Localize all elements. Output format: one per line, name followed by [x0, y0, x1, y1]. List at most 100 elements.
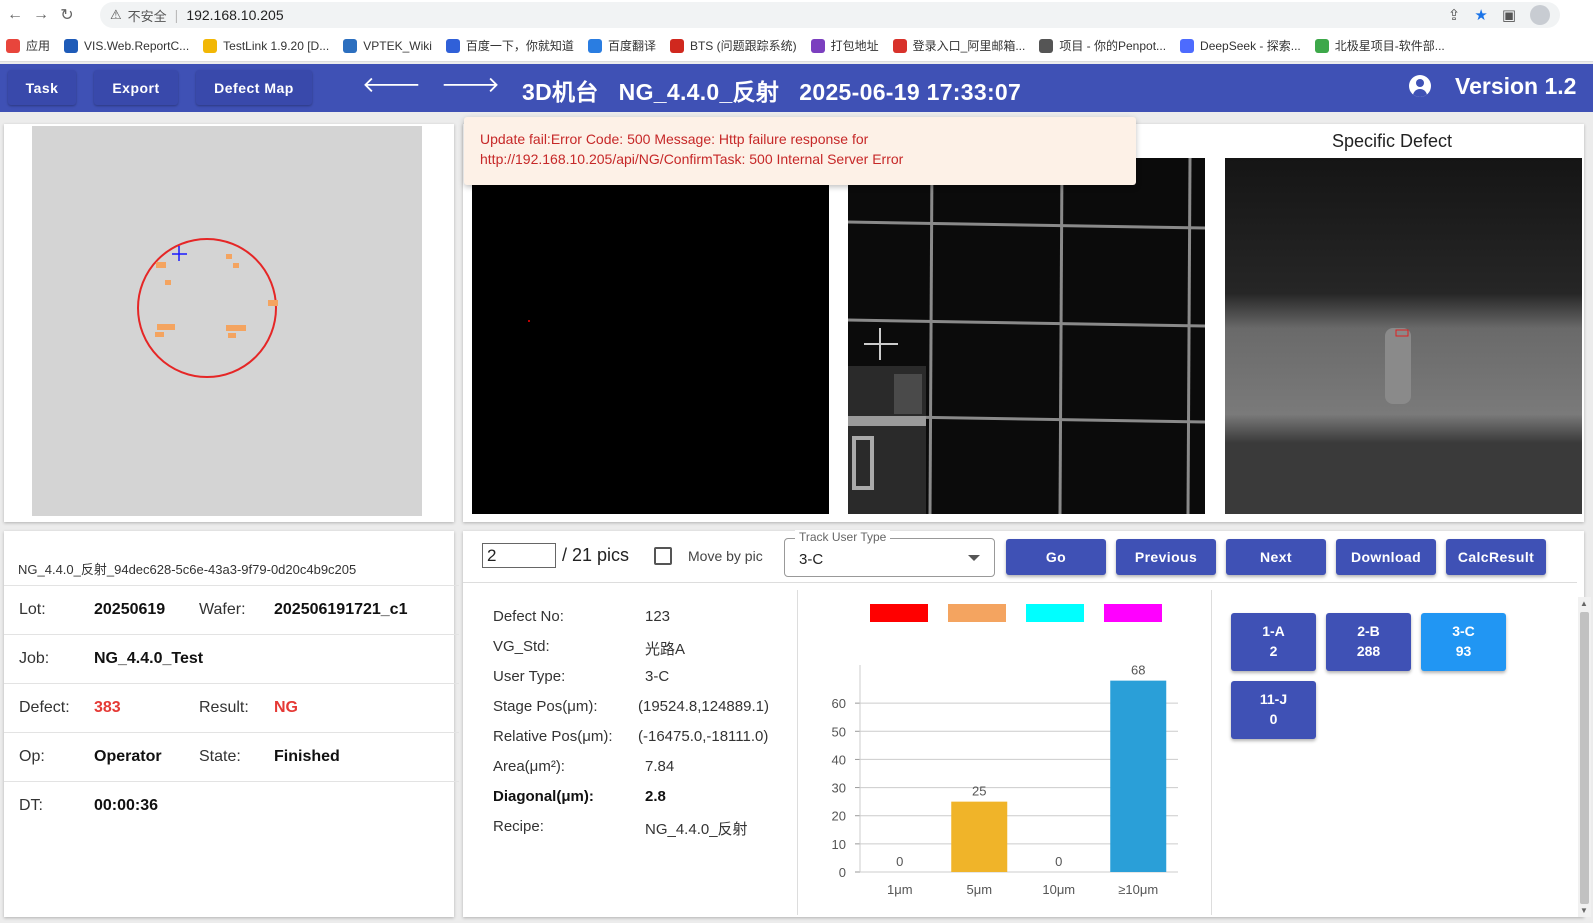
type-tile-2-b[interactable]: 2-B 288 — [1326, 613, 1411, 671]
grid-image-svg — [848, 158, 1205, 514]
previous-button[interactable]: Previous — [1116, 539, 1216, 575]
bar-value-label: 25 — [972, 784, 986, 799]
bookmark-label: 百度一下，你就知道 — [465, 39, 574, 53]
diagonal-value: 2.8 — [645, 788, 666, 805]
y-tick-label: 10 — [832, 837, 846, 852]
url-text: 192.168.10.205 — [186, 7, 284, 23]
bookmark-item[interactable]: 登录入口_阿里邮箱... — [892, 37, 1025, 54]
scrollbar-thumb[interactable] — [1580, 612, 1589, 904]
forward-icon[interactable]: → — [30, 4, 52, 26]
bookmark-icon — [1314, 38, 1329, 53]
security-label: 不安全 — [127, 8, 167, 24]
relative-pos-value: (-16475.0,-18111.0) — [638, 728, 769, 745]
area-label: Area(μm²): — [493, 758, 565, 775]
bookmark-item[interactable]: 打包地址 — [810, 37, 879, 54]
page-title: 3D机台 NG_4.4.0_反射 2025-06-19 17:33:07 — [522, 79, 1022, 105]
type-tile-11-j[interactable]: 11-J 0 — [1231, 681, 1316, 739]
track-user-type-select[interactable]: Track User Type 3-C — [784, 530, 995, 577]
bar-value-label: 0 — [1055, 854, 1062, 869]
track-user-type-legend: Track User Type — [795, 530, 891, 544]
y-tick-label: 50 — [832, 724, 846, 739]
bookmark-item[interactable]: 应用 — [6, 37, 50, 54]
bookmark-label: 项目 - 你的Penpot... — [1059, 39, 1167, 53]
wafer-outline — [137, 238, 277, 378]
specific-defect-image[interactable] — [1225, 158, 1582, 514]
overview-svg — [528, 320, 530, 322]
arrow-right-icon[interactable]: 🡒 — [441, 72, 500, 98]
job-label: Job: — [19, 650, 50, 667]
area-value: 7.84 — [645, 758, 675, 775]
download-button[interactable]: Download — [1336, 539, 1436, 575]
profile-avatar[interactable] — [1530, 5, 1550, 25]
bookmark-item[interactable]: BTS (问题跟踪系统) — [669, 37, 797, 54]
op-label: Op: — [19, 748, 45, 765]
scroll-up-icon[interactable]: ▲ — [1580, 599, 1588, 608]
type-tile-1-a[interactable]: 1-A 2 — [1231, 613, 1316, 671]
tile-count: 2 — [1269, 643, 1278, 659]
defect-size-chart: 0 10 20 30 40 50 60 0 1μm 25 5μm 0 10μm 68 ≥10μm — [832, 604, 1178, 897]
info-row-lot: Lot: 20250619 Wafer: 202506191721_c1 — [4, 585, 459, 634]
app-header: Task Export Defect Map 🡐 🡒 3D机台 NG_4.4.0… — [0, 64, 1593, 112]
type-tile-3-c[interactable]: 3-C 93 — [1421, 613, 1506, 671]
info-row-job: Job: NG_4.4.0_Test — [4, 634, 459, 683]
next-button[interactable]: Next — [1226, 539, 1326, 575]
user-icon[interactable] — [1409, 75, 1431, 97]
task-button[interactable]: Task — [8, 70, 76, 105]
grid-image[interactable] — [848, 158, 1205, 514]
go-button[interactable]: Go — [1006, 539, 1106, 575]
x-tick-label: 10μm — [1042, 882, 1075, 897]
export-button[interactable]: Export — [94, 70, 178, 105]
scroll-down-icon[interactable]: ▼ — [1580, 906, 1588, 915]
state-label: State: — [199, 748, 241, 765]
user-type-value: 3-C — [645, 668, 670, 685]
x-tick-label: 5μm — [966, 882, 992, 897]
reload-icon[interactable]: ↻ — [56, 4, 78, 26]
bar — [1110, 680, 1167, 872]
bookmark-label: 打包地址 — [830, 39, 879, 53]
legend-swatch — [1026, 604, 1084, 622]
bookmark-item[interactable]: TestLink 1.9.20 [D... — [203, 38, 330, 53]
bookmark-label: BTS (问题跟踪系统) — [689, 39, 797, 53]
overview-image[interactable] — [472, 158, 829, 514]
defect-map-button[interactable]: Defect Map — [196, 70, 312, 105]
state-value: Finished — [274, 748, 340, 765]
tile-type-label: 1-A — [1262, 623, 1285, 639]
calc-result-button[interactable]: CalcResult — [1446, 539, 1546, 575]
pic-index-input[interactable]: 2 — [482, 543, 556, 568]
sidebar-icon[interactable]: ▣ — [1502, 6, 1516, 24]
bookmark-icon — [669, 38, 684, 53]
bookmark-item[interactable]: VIS.Web.ReportC... — [64, 38, 190, 53]
bookmark-item[interactable]: 北极星项目-软件部... — [1314, 37, 1445, 54]
job-value: NG_4.4.0_Test — [94, 650, 204, 667]
bar — [951, 801, 1008, 872]
back-icon[interactable]: ← — [4, 4, 26, 26]
share-icon[interactable]: ⇪ — [1448, 6, 1461, 24]
bookmark-icon — [445, 38, 460, 53]
move-by-pic-checkbox[interactable] — [654, 547, 672, 565]
y-tick-label: 0 — [839, 865, 846, 880]
bookmark-label: TestLink 1.9.20 [D... — [223, 38, 330, 53]
y-tick-label: 30 — [832, 781, 846, 796]
arrow-left-icon[interactable]: 🡐 — [362, 72, 421, 98]
wafer-map-panel — [4, 124, 454, 522]
specific-defect-svg — [1225, 158, 1582, 514]
bookmark-icon — [64, 38, 79, 53]
tile-type-label: 2-B — [1357, 623, 1380, 639]
browser-toolbar: ← → ↻ ⚠ 不安全 | 192.168.10.205 ⇪ ★ ▣ — [0, 0, 1593, 30]
move-by-pic-label: Move by pic — [688, 548, 763, 564]
wafer-map-canvas[interactable] — [32, 126, 422, 516]
bookmark-label: VIS.Web.ReportC... — [84, 38, 190, 53]
bookmark-item[interactable]: 项目 - 你的Penpot... — [1039, 37, 1166, 54]
defect-no-value: 123 — [645, 608, 671, 625]
bookmark-item[interactable]: 百度一下，你就知道 — [445, 37, 574, 54]
address-bar[interactable]: ⚠ 不安全 | 192.168.10.205 ⇪ ★ ▣ — [100, 2, 1560, 28]
defect-count: 383 — [94, 699, 121, 716]
bookmark-item[interactable]: 百度翻译 — [587, 37, 656, 54]
legend-swatch — [870, 604, 928, 622]
task-id: NG_4.4.0_反射_94dec628-5c6e-43a3-9f79-0d20… — [18, 562, 357, 577]
tile-count: 0 — [1269, 711, 1278, 727]
bookmark-item[interactable]: VPTEK_Wiki — [343, 38, 432, 53]
bookmark-item[interactable]: DeepSeek - 探索... — [1180, 37, 1301, 54]
bookmark-star-icon[interactable]: ★ — [1474, 6, 1487, 24]
bookmark-icon — [587, 38, 602, 53]
